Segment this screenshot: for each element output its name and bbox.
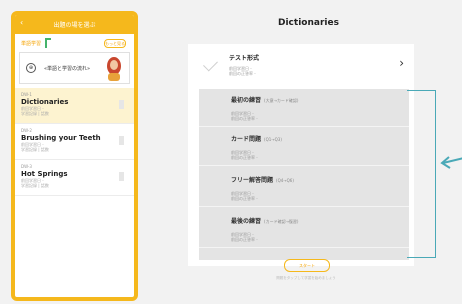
teaching-card-label: «単語と学習の流れ» — [44, 65, 91, 72]
test-format-card[interactable]: テスト形式 前回学習日 - 前回の正答率 - › — [188, 44, 414, 84]
lesson-sidebar: ‹ 出題の場を選ぶ 単語学習 もっと見る ⊕ «単語と学習の流れ» DW-1 D… — [11, 11, 138, 301]
test-format-title: テスト形式 — [229, 55, 260, 62]
teacher-avatar — [107, 57, 121, 81]
footer-hint: 問題をタップして学習を始めましょう — [276, 276, 336, 280]
check-icon — [203, 56, 218, 72]
lesson-item-brushing-teeth[interactable]: DW-2 Brushing your Teeth 前回学習日 - 学習記録 | … — [15, 124, 134, 160]
lesson-meta: 学習記録 | 話数 — [21, 111, 49, 116]
bookmark-icon — [119, 172, 124, 181]
exercise-row-free-answer[interactable]: フリー解答問題 (Q4→Q6) 前回学習日 - 前回の正答率 - — [199, 169, 409, 207]
lesson-number: DW-3 — [21, 164, 32, 169]
exercise-list: 最初の練習 (大意→カード確認) 前回学習日 - 前回の正答率 - カード問題 (Q1… — [199, 89, 409, 260]
exercise-title: フリー解答問題 (Q4→Q6) — [231, 177, 294, 184]
exercise-meta: 前回学習日 - 前回の正答率 - — [231, 150, 258, 160]
lesson-number: DW-1 — [21, 92, 32, 97]
sidebar-title: 出題の場を選ぶ — [53, 22, 96, 29]
back-icon[interactable]: ‹ — [20, 19, 23, 27]
exercise-meta: 前回学習日 - 前回の正答率 - — [231, 191, 258, 201]
lesson-meta: 学習記録 | 話数 — [21, 183, 49, 188]
annotation-bracket — [407, 90, 436, 258]
lesson-meta: 学習記録 | 話数 — [21, 147, 49, 152]
exercise-row-final-practice[interactable]: 最後の練習 (カード確認→復習) 前回学習日 - 前回の正答率 - — [199, 210, 409, 248]
bookmark-icon — [119, 136, 124, 145]
lesson-item-hot-springs[interactable]: DW-3 Hot Springs 前回学習日 - 学習記録 | 話数 — [15, 160, 134, 196]
exercise-meta: 前回学習日 - 前回の正答率 - — [231, 232, 258, 242]
plus-circle-icon: ⊕ — [26, 63, 36, 73]
subheader-label: 単語学習 — [21, 40, 42, 47]
exercise-row-card-questions[interactable]: カード問題 (Q1→Q3) 前回学習日 - 前回の正答率 - — [199, 128, 409, 166]
exercise-row-first-practice[interactable]: 最初の練習 (大意→カード確認) 前回学習日 - 前回の正答率 - — [199, 89, 409, 127]
exercise-title: 最初の練習 (大意→カード確認) — [231, 97, 299, 104]
exercise-meta: 前回学習日 - 前回の正答率 - — [231, 111, 258, 121]
teaching-card[interactable]: ⊕ «単語と学習の流れ» — [19, 52, 130, 84]
exercise-title: カード問題 (Q1→Q3) — [231, 136, 282, 143]
test-format-meta: 前回学習日 - 前回の正答率 - — [229, 66, 256, 76]
lesson-title: Dictionaries — [21, 98, 69, 106]
lesson-title: Brushing your Teeth — [21, 134, 101, 142]
more-button[interactable]: もっと見る — [104, 39, 126, 48]
exercise-title: 最後の練習 (カード確認→復習) — [231, 218, 299, 225]
sidebar-header: ‹ 出題の場を選ぶ — [15, 15, 134, 34]
bookmark-icon — [119, 100, 124, 109]
test-meta-line: 前回の正答率 - — [229, 71, 256, 76]
annotation-arrow-icon — [440, 156, 462, 169]
chevron-right-icon: › — [399, 56, 404, 70]
page-title: Dictionaries — [278, 18, 339, 28]
start-button[interactable]: スタート — [284, 259, 330, 272]
lesson-item-dictionaries[interactable]: DW-1 Dictionaries 前回学習日 - 学習記録 | 話数 — [15, 88, 134, 124]
lesson-number: DW-2 — [21, 128, 32, 133]
sidebar-subheader: 単語学習 もっと見る — [15, 34, 134, 52]
app-window: ‹ 出題の場を選ぶ 単語学習 もっと見る ⊕ «単語と学習の流れ» DW-1 D… — [0, 0, 462, 304]
lesson-list: DW-1 Dictionaries 前回学習日 - 学習記録 | 話数 DW-2… — [15, 88, 134, 196]
lesson-title: Hot Springs — [21, 170, 68, 178]
flag-icon — [45, 38, 52, 48]
